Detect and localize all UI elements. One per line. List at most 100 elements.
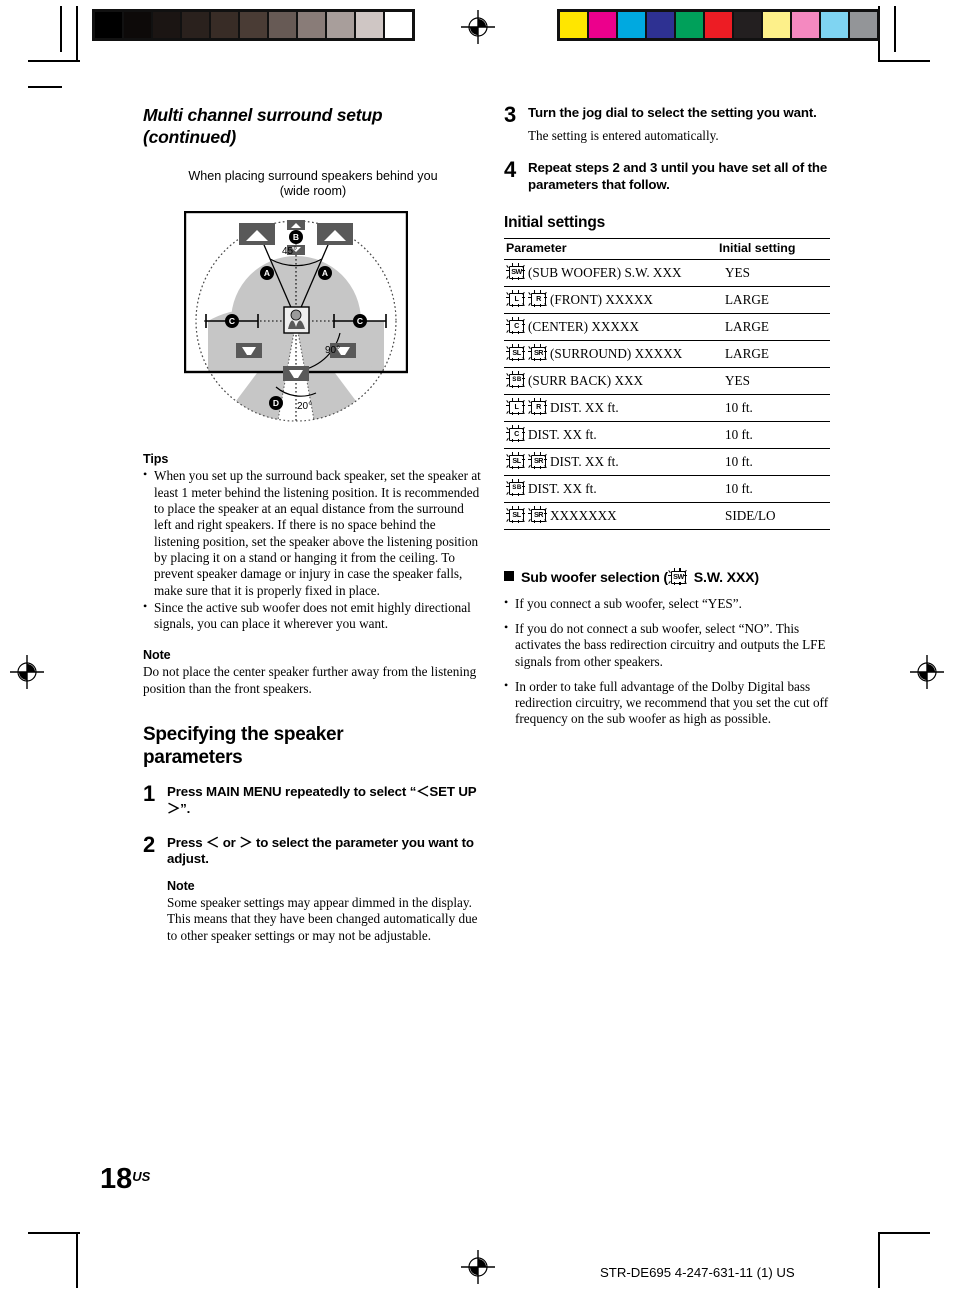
- step-2-text: Press ＜ or ＞ to select the parameter you…: [167, 834, 474, 867]
- cell-parameter: L R (FRONT) XXXXX: [504, 286, 717, 314]
- calibration-patch: [792, 12, 819, 38]
- section-heading-line2: parameters: [143, 747, 243, 769]
- step-1: 1 Press MAIN MENU repeatedly to select “…: [143, 781, 483, 818]
- cell-parameter: SL SR DIST. XX ft.: [504, 448, 717, 476]
- figure-caption-line2: (wide room): [279, 184, 347, 199]
- calibration-patch: [182, 12, 209, 38]
- parameter-label: DIST. XX ft.: [528, 426, 597, 442]
- svg-text:C: C: [229, 316, 235, 326]
- calibration-patch: [385, 12, 412, 38]
- crop-mark-bottom-left-h: [28, 1232, 80, 1234]
- subwoofer-heading-before: Sub woofer selection (: [521, 569, 668, 586]
- subwoofer-selection-heading: Sub woofer selection (SW S.W. XXX): [504, 568, 834, 586]
- tips-item: When you set up the surround back speake…: [143, 467, 483, 598]
- calibration-patch: [327, 12, 354, 38]
- initial-settings-heading: Initial settings: [504, 213, 606, 231]
- cell-parameter: L R DIST. XX ft.: [504, 394, 717, 422]
- table-row: L R DIST. XX ft. 10 ft.: [504, 394, 830, 422]
- step-2: 2 Press ＜ or ＞ to select the parameter y…: [143, 831, 483, 945]
- cell-initial-setting: 10 ft.: [717, 421, 830, 449]
- calibration-patch: [734, 12, 761, 38]
- table-row: SL SR DIST. XX ft. 10 ft.: [504, 448, 830, 476]
- table-header-row: Parameter Initial setting: [504, 237, 830, 260]
- step-2-note-text: Some speaker settings may appear dimmed …: [167, 895, 478, 943]
- right-column: 3 Turn the jog dial to select the settin…: [504, 102, 834, 737]
- calibration-patch: [705, 12, 732, 38]
- cell-initial-setting: YES: [717, 367, 830, 395]
- svg-text:45°: 45°: [282, 246, 297, 257]
- speaker-indicator-icon: C: [506, 317, 525, 334]
- step-2-note-heading: Note: [167, 879, 195, 893]
- speaker-indicator-icon: R: [528, 398, 547, 415]
- tips-item: Since the active sub woofer does not emi…: [143, 599, 483, 633]
- speaker-indicator-icon: SW: [506, 263, 525, 280]
- table-row: S B (SURR BACK) XXX YES: [504, 367, 830, 395]
- column-header-initial-setting: Initial setting: [717, 237, 830, 260]
- color-calibration-bar: [557, 9, 880, 41]
- registration-mark-right: [910, 655, 944, 689]
- square-bullet-icon: [504, 570, 514, 581]
- svg-text:C: C: [357, 316, 363, 326]
- page-title-line2: (continued): [143, 126, 237, 147]
- calibration-patch: [821, 12, 848, 38]
- calibration-patch: [676, 12, 703, 38]
- calibration-patch: [269, 12, 296, 38]
- svg-text:B: B: [293, 232, 299, 242]
- registration-mark-left: [10, 655, 44, 689]
- calibration-patch: [763, 12, 790, 38]
- table-row: SW (SUB WOOFER) S.W. XXX YES: [504, 259, 830, 287]
- step-2-number: 2: [143, 831, 156, 857]
- cell-initial-setting: 10 ft.: [717, 394, 830, 422]
- page-number: 18US: [100, 1163, 150, 1196]
- calibration-patch: [95, 12, 122, 38]
- cell-initial-setting: SIDE/LO: [717, 502, 830, 530]
- calibration-patch: [647, 12, 674, 38]
- table-row: SL SR XXXXXXX SIDE/LO: [504, 502, 830, 530]
- figure-caption-line1: When placing surround speakers behind yo…: [188, 168, 438, 183]
- subwoofer-bullet: If you do not connect a sub woofer, sele…: [504, 620, 834, 670]
- note-text: Do not place the center speaker further …: [143, 664, 477, 696]
- page-title: Multi channel surround setup (continued): [143, 105, 483, 149]
- crop-mark-top-left-h2: [28, 86, 62, 88]
- crop-mark-bottom-left-v: [76, 1232, 78, 1288]
- column-header-parameter: Parameter: [504, 237, 717, 260]
- table-row: S B DIST. XX ft. 10 ft.: [504, 475, 830, 503]
- speaker-indicator-icon: SL: [506, 452, 525, 469]
- crop-mark-top-left-v: [76, 6, 78, 62]
- cell-parameter: SW (SUB WOOFER) S.W. XXX: [504, 259, 717, 287]
- parameter-label: DIST. XX ft.: [550, 399, 619, 415]
- parameter-label: DIST. XX ft.: [550, 453, 619, 469]
- page-number-value: 18: [100, 1163, 133, 1195]
- section-heading: Specifying the speaker parameters: [143, 723, 483, 770]
- speaker-indicator-icon: SR: [528, 344, 547, 361]
- calibration-patch: [589, 12, 616, 38]
- speaker-indicator-icon: S B: [506, 479, 525, 496]
- speaker-indicator-icon: R: [528, 290, 547, 307]
- step-2-note: Note Some speaker settings may appear di…: [167, 879, 483, 944]
- calibration-patch: [211, 12, 238, 38]
- subwoofer-bullet: If you connect a sub woofer, select “YES…: [504, 595, 834, 612]
- calibration-patch: [153, 12, 180, 38]
- subwoofer-bullets: If you connect a sub woofer, select “YES…: [504, 595, 834, 728]
- cell-parameter: C (CENTER) XXXXX: [504, 313, 717, 341]
- cell-parameter: SL SR (SURROUND) XXXXX: [504, 340, 717, 368]
- tips-heading: Tips: [143, 452, 169, 467]
- calibration-patch: [850, 12, 877, 38]
- svg-text:20°: 20°: [297, 401, 312, 412]
- step-4-number: 4: [504, 157, 517, 183]
- tips-list: When you set up the surround back speake…: [143, 467, 483, 633]
- speaker-placement-diagram: A A B C C D 45° 90° 20°: [184, 211, 408, 436]
- table-row: C DIST. XX ft. 10 ft.: [504, 421, 830, 449]
- note-heading: Note: [143, 648, 171, 663]
- step-3-text: Turn the jog dial to select the setting …: [528, 105, 817, 120]
- table-row: SL SR (SURROUND) XXXXX LARGE: [504, 340, 830, 368]
- parameter-label: DIST. XX ft.: [528, 480, 597, 496]
- svg-text:A: A: [322, 268, 328, 278]
- cell-initial-setting: LARGE: [717, 313, 830, 341]
- speaker-indicator-icon: SL: [506, 344, 525, 361]
- cell-initial-setting: LARGE: [717, 286, 830, 314]
- calibration-patch: [618, 12, 645, 38]
- registration-mark-bottom-center: [461, 1250, 495, 1284]
- calibration-patch: [124, 12, 151, 38]
- crop-mark-top-left-h: [28, 60, 80, 62]
